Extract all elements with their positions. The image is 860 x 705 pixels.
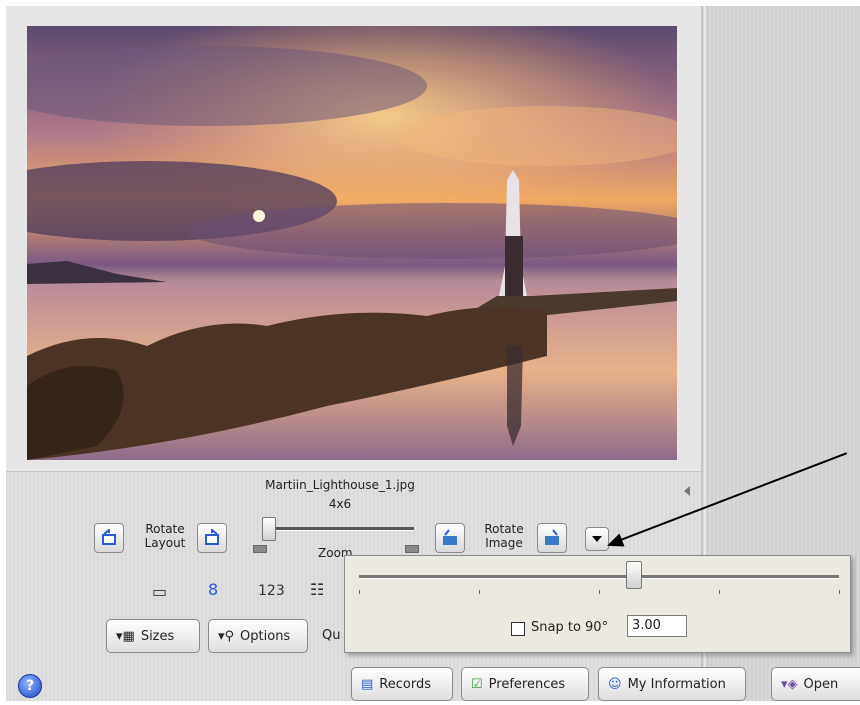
rotate-layout-left-button[interactable] (94, 523, 124, 553)
chevron-down-icon (592, 536, 602, 542)
snap-to-90-checkbox[interactable] (511, 622, 525, 636)
slider-tick (719, 590, 720, 594)
open-button[interactable]: ▾◈ Open (771, 667, 860, 701)
collapse-arrow-icon[interactable] (684, 486, 690, 496)
sizes-button[interactable]: ▾▦ Sizes (106, 619, 200, 653)
preferences-button[interactable]: ☑ Preferences (461, 667, 589, 701)
rotate-image-left-icon (443, 529, 457, 545)
quality-label-partial: Qu (322, 628, 341, 643)
slider-tick (839, 590, 840, 594)
snap-to-90-label: Snap to 90° (531, 620, 609, 635)
slider-tick (479, 590, 480, 594)
my-information-button[interactable]: ☺ My Information (598, 667, 746, 701)
dropdown-grid-icon: ▾▦ (116, 628, 135, 644)
records-icon: ▤ (361, 676, 374, 692)
image-size: 4x6 (328, 497, 352, 511)
crop-lock-icon[interactable]: ▭ (152, 582, 167, 601)
rotate-image-right-button[interactable] (537, 523, 567, 553)
zoom-slider-thumb[interactable] (262, 517, 276, 541)
image-filename: Martiin_Lighthouse_1.jpg (265, 478, 415, 492)
user-icon: ☺ (608, 676, 622, 692)
slider-tick (359, 590, 360, 594)
rotate-image-label: Rotate Image (484, 522, 524, 550)
rotate-left-icon (102, 529, 116, 545)
records-button[interactable]: ▤ Records (351, 667, 453, 701)
person-toggle-icon[interactable]: 8 (208, 580, 218, 599)
preferences-check-icon: ☑ (471, 676, 483, 692)
rotate-layout-right-button[interactable] (197, 523, 227, 553)
rotate-image-left-button[interactable] (435, 523, 465, 553)
numbering-icon[interactable]: 123 (258, 583, 285, 599)
zoom-min-icon (253, 545, 267, 553)
photo-preview[interactable] (27, 26, 677, 460)
rotate-layout-label: Rotate Layout (144, 522, 186, 550)
rotation-slider-track[interactable] (359, 575, 839, 579)
lighthouse-photo (27, 26, 677, 460)
rotation-slider-thumb[interactable] (625, 561, 642, 589)
slider-tick (599, 590, 600, 594)
open-dropdown-icon: ▾◈ (781, 676, 798, 692)
zoom-max-icon (405, 545, 419, 553)
rotation-angle-field[interactable]: 3.00 (627, 615, 687, 637)
rotate-image-right-icon (545, 529, 559, 545)
dropdown-options-icon: ▾⚲ (218, 628, 235, 644)
zoom-slider-track[interactable] (262, 527, 414, 531)
rotate-right-icon (205, 529, 219, 545)
options-button[interactable]: ▾⚲ Options (208, 619, 308, 653)
grid-lock-icon[interactable]: ☷ (310, 580, 324, 599)
rotation-popup: Snap to 90° 3.00 (344, 555, 851, 653)
help-button[interactable]: ? (18, 674, 42, 698)
